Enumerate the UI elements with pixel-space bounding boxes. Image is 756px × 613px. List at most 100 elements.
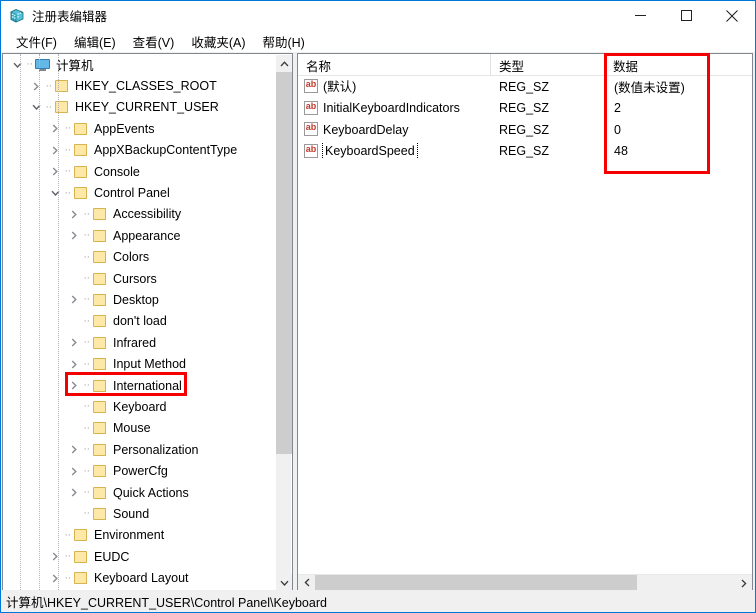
menu-edit[interactable]: 编辑(E) — [66, 30, 125, 53]
chevron-right-icon[interactable] — [47, 142, 63, 158]
registry-value-row[interactable]: ab (默认) REG_SZ (数值未设置) — [298, 76, 752, 98]
tree-item-environment[interactable]: ·· Environment — [3, 525, 276, 546]
tree-connector: ·· — [83, 379, 90, 392]
tree-item-hkey-classes-root[interactable]: ·· HKEY_CLASSES_ROOT — [3, 75, 276, 96]
tree-item-appevents[interactable]: ·· AppEvents — [3, 118, 276, 139]
tree-item-label: Personalization — [113, 442, 199, 457]
chevron-right-icon[interactable] — [66, 463, 82, 479]
registry-value-row[interactable]: ab InitialKeyboardIndicators REG_SZ 2 — [298, 98, 752, 120]
chevron-right-icon[interactable] — [66, 378, 82, 394]
menu-view[interactable]: 查看(V) — [125, 30, 184, 53]
chevron-right-icon[interactable] — [66, 485, 82, 501]
registry-tree-pane[interactable]: ·· 计算机 ·· HKEY_CLASSES_ROOT ·· HKEY_CURRENT_U… — [2, 53, 293, 591]
tree-item-quick-actions[interactable]: ·· Quick Actions — [3, 482, 276, 503]
close-button[interactable] — [709, 1, 755, 30]
tree-item-label: AppXBackupContentType — [94, 143, 238, 158]
scroll-up-icon[interactable] — [276, 55, 292, 72]
value-data-cell: (数值未设置) — [614, 81, 685, 96]
scroll-left-icon[interactable] — [298, 575, 315, 591]
chevron-right-icon[interactable] — [47, 164, 63, 180]
tree-item-appxbackupcontenttype[interactable]: ·· AppXBackupContentType — [3, 140, 276, 161]
tree-item-input-method[interactable]: ·· Input Method — [3, 353, 276, 374]
chevron-down-icon[interactable] — [9, 57, 25, 73]
title-bar[interactable]: 注册表编辑器 — [1, 1, 755, 30]
tree-item-keyboard[interactable]: ·· Keyboard — [3, 396, 276, 417]
tree-item-label: HKEY_CURRENT_USER — [75, 100, 219, 115]
value-name-label: (默认) — [323, 79, 357, 94]
registry-value-row[interactable]: ab KeyboardSpeed REG_SZ 48 — [298, 141, 752, 163]
tree-item-console[interactable]: ·· Console — [3, 161, 276, 182]
column-header-name[interactable]: 名称 — [298, 54, 491, 76]
column-header-data[interactable]: 数据 — [605, 54, 752, 76]
menu-favorites[interactable]: 收藏夹(A) — [183, 30, 254, 53]
chevron-right-icon[interactable] — [66, 206, 82, 222]
chevron-right-icon[interactable] — [66, 356, 82, 372]
registry-value-row[interactable]: ab KeyboardDelay REG_SZ 0 — [298, 119, 752, 141]
folder-icon — [72, 142, 90, 158]
chevron-right-icon[interactable] — [66, 228, 82, 244]
tree-item-label: Desktop — [113, 292, 159, 307]
list-scroll-thumb[interactable] — [315, 575, 637, 590]
chevron-right-icon[interactable] — [66, 292, 82, 308]
string-value-icon: ab — [303, 100, 320, 116]
tree-connector: ·· — [64, 528, 71, 541]
scroll-down-icon[interactable] — [276, 574, 292, 590]
string-value-icon: ab — [303, 122, 320, 137]
chevron-right-icon[interactable] — [47, 121, 63, 137]
registry-editor-icon — [9, 8, 25, 24]
tree-connector: ·· — [64, 122, 71, 135]
chevron-right-icon[interactable] — [28, 78, 44, 94]
column-header-type[interactable]: 类型 — [491, 54, 605, 76]
tree-item-control-panel[interactable]: ·· Control Panel — [3, 182, 276, 203]
tree-item-keyboard-layout[interactable]: ·· Keyboard Layout — [3, 567, 276, 588]
folder-icon — [91, 506, 109, 522]
tree-item-hkey-current-user[interactable]: ·· HKEY_CURRENT_USER — [3, 97, 276, 118]
tree-item-don-t-load[interactable]: ·· don't load — [3, 311, 276, 332]
tree-item-eudc[interactable]: ·· EUDC — [3, 546, 276, 567]
chevron-right-icon[interactable] — [66, 442, 82, 458]
tree-item-sound[interactable]: ·· Sound — [3, 503, 276, 524]
menu-file[interactable]: 文件(F) — [8, 30, 66, 53]
chevron-right-icon[interactable] — [47, 549, 63, 565]
tree-connector: ·· — [83, 229, 90, 242]
tree-vertical-scrollbar[interactable] — [275, 55, 292, 590]
maximize-button[interactable] — [663, 1, 709, 30]
tree-item-label: Colors — [113, 250, 150, 265]
tree-item-personalization[interactable]: ·· Personalization — [3, 439, 276, 460]
chevron-down-icon[interactable] — [47, 185, 63, 201]
tree-item-accessibility[interactable]: ·· Accessibility — [3, 204, 276, 225]
tree-scroll-thumb[interactable] — [276, 72, 292, 454]
tree-item-infrared[interactable]: ·· Infrared — [3, 332, 276, 353]
tree-connector: ·· — [83, 336, 90, 349]
tree-item-mouse[interactable]: ·· Mouse — [3, 418, 276, 439]
chevron-down-icon[interactable] — [28, 99, 44, 115]
list-horizontal-scrollbar[interactable] — [298, 574, 752, 590]
folder-icon — [91, 420, 109, 436]
value-type-cell: REG_SZ — [499, 79, 550, 94]
tree-item-label: HKEY_CLASSES_ROOT — [75, 79, 217, 94]
scroll-right-icon[interactable] — [735, 575, 752, 590]
chevron-right-icon[interactable] — [66, 335, 82, 351]
minimize-button[interactable] — [617, 1, 663, 30]
tree-connector: ·· — [83, 400, 90, 413]
tree-item-colors[interactable]: ·· Colors — [3, 247, 276, 268]
folder-icon — [91, 335, 109, 351]
registry-values-pane[interactable]: 名称 类型 数据 ab (默认) REG_SZ (数值未设置) ab InitialKey… — [297, 53, 753, 591]
tree-item-international[interactable]: ·· International — [3, 375, 276, 396]
tree-item-powercfg[interactable]: ·· PowerCfg — [3, 460, 276, 481]
tree-item-label: Infrared — [113, 335, 157, 350]
tree-connector: ·· — [45, 100, 52, 113]
tree-item-desktop[interactable]: ·· Desktop — [3, 289, 276, 310]
tree-item-appearance[interactable]: ·· Appearance — [3, 225, 276, 246]
tree-connector: ·· — [83, 314, 90, 327]
tree-item-label: Quick Actions — [113, 485, 189, 500]
chevron-right-icon[interactable] — [47, 570, 63, 586]
tree-item-label: Mouse — [113, 421, 151, 436]
tree-item-label: Input Method — [113, 357, 186, 372]
tree-item-cursors[interactable]: ·· Cursors — [3, 268, 276, 289]
folder-icon — [91, 249, 109, 265]
tree-connector: ·· — [83, 464, 90, 477]
tree-item-[interactable]: ·· 计算机 — [3, 54, 276, 75]
tree-item-label: Environment — [94, 528, 165, 543]
menu-help[interactable]: 帮助(H) — [254, 30, 313, 53]
